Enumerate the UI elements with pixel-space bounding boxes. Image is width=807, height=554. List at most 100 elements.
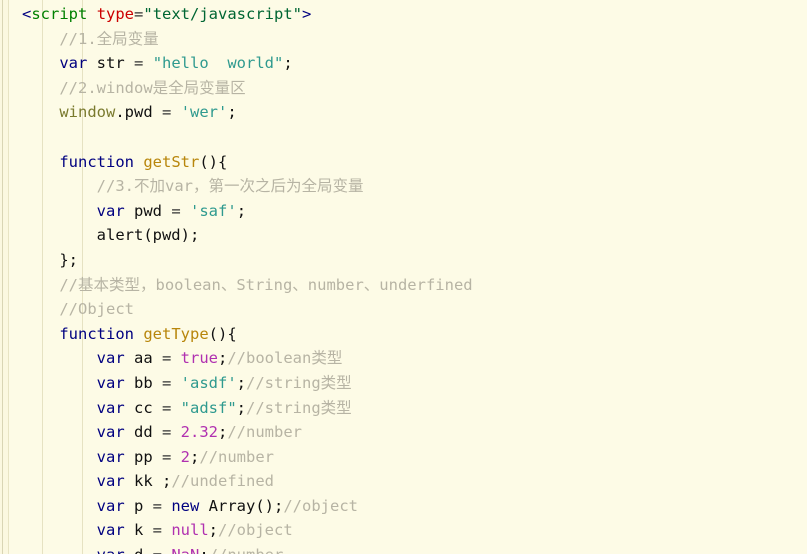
code-token-plain: ; (236, 398, 247, 417)
code-token-kw: var (96, 521, 125, 540)
code-token-op: = (134, 54, 144, 73)
code-line[interactable]: var p = new Array();//object (0, 494, 807, 519)
code-token-str: 'wer' (180, 103, 228, 122)
code-token-op: = (162, 103, 172, 122)
code-token-punct: < (22, 5, 32, 23)
code-line[interactable]: var kk ;//undefined (0, 469, 807, 494)
code-token-cmt: //string类型 (246, 373, 352, 392)
code-token-op: = (161, 398, 172, 417)
code-token-cmt: //undefined (171, 472, 274, 491)
code-token-plain: pwd (124, 201, 172, 220)
code-token-kw: var (96, 447, 125, 466)
code-token-str: 'asdf' (180, 373, 237, 392)
code-line[interactable]: //1.全局变量 (0, 27, 807, 52)
code-token-kw: var (96, 349, 125, 368)
code-token-plain: k (124, 521, 153, 540)
code-line[interactable]: //基本类型，boolean、String、number、underfined (0, 273, 807, 298)
code-token-kw: function (59, 152, 134, 171)
code-line[interactable]: var cc = "adsf";//string类型 (0, 396, 807, 421)
code-line[interactable]: var dd = 2.32;//number (0, 420, 807, 445)
code-token-glob: window (59, 103, 116, 122)
code-token-plain: .pwd (115, 103, 162, 122)
code-content[interactable]: <script type="text/javascript"> //1.全局变量… (0, 0, 807, 554)
code-token-kw: var (96, 373, 125, 392)
code-token-cmt: //1.全局变量 (59, 29, 159, 48)
code-token-fname: getStr (143, 152, 200, 171)
code-token-str: 'saf' (190, 201, 237, 220)
code-token-kw: var (96, 201, 125, 220)
code-token-cmt: //object (283, 496, 358, 515)
code-line[interactable]: <script type="text/javascript"> (0, 2, 807, 27)
code-token-op: = (161, 423, 172, 442)
code-token-plain: cc (124, 398, 162, 417)
code-token-cmt: //number (199, 447, 275, 466)
code-line[interactable]: var pwd = 'saf'; (0, 199, 807, 224)
code-line[interactable]: var d = NaN;//number (0, 543, 807, 554)
code-token-punct: > (302, 5, 312, 23)
code-line[interactable]: }; (0, 248, 807, 273)
code-line[interactable]: var bb = 'asdf';//string类型 (0, 371, 807, 396)
code-token-kw: function (59, 324, 134, 343)
code-line[interactable]: //3.不加var，第一次之后为全局变量 (0, 174, 807, 199)
code-token-op: = (153, 546, 162, 554)
code-token-plain: }; (59, 250, 78, 269)
code-token-plain: ; (236, 373, 247, 392)
code-token-attr: type (96, 5, 135, 23)
code-token-kw: var (96, 496, 125, 515)
code-line[interactable]: var aa = true;//boolean类型 (0, 346, 807, 371)
code-line[interactable]: function getStr(){ (0, 150, 807, 175)
code-token-cmt: //number (227, 423, 302, 442)
code-line[interactable]: var k = null;//object (0, 518, 807, 543)
code-token-plain: pp (124, 447, 162, 466)
code-token-attrval: "text/javascript" (143, 5, 302, 23)
code-line[interactable]: //Object (0, 297, 807, 322)
code-editor[interactable]: <script type="text/javascript"> //1.全局变量… (0, 0, 807, 554)
code-token-plain: ; (208, 521, 219, 540)
code-line[interactable]: var str = "hello world"; (0, 51, 807, 76)
code-token-str: "hello world" (152, 54, 284, 73)
code-token-kw: new (171, 496, 200, 515)
code-token-kw: var (59, 54, 88, 73)
code-token-plain: kk ; (124, 472, 172, 491)
code-token-plain: aa (124, 349, 162, 368)
code-token-op: = (161, 373, 172, 392)
code-token-plain: ; (190, 447, 200, 466)
code-token-num: NaN (171, 546, 199, 554)
code-line[interactable]: function getType(){ (0, 322, 807, 347)
code-token-cmt: //string类型 (246, 398, 352, 417)
code-token-plain: ; (227, 103, 237, 122)
code-line[interactable]: window.pwd = 'wer'; (0, 100, 807, 125)
code-token-plain: Array(); (199, 496, 284, 515)
code-token-fname: getType (143, 324, 209, 343)
code-token-plain: ; (283, 54, 293, 73)
code-token-cmt: //2.window是全局变量区 (59, 78, 246, 97)
code-token-num: null (171, 521, 209, 540)
code-token-plain: d (125, 546, 153, 554)
code-token-plain: str (87, 54, 134, 73)
code-line[interactable]: //2.window是全局变量区 (0, 76, 807, 101)
code-token-op: = (134, 5, 144, 23)
code-token-cmt: //object (218, 521, 293, 540)
code-line[interactable]: alert(pwd); (0, 223, 807, 248)
code-line[interactable] (0, 125, 807, 150)
code-line[interactable]: var pp = 2;//number (0, 445, 807, 470)
code-token-plain: ; (199, 546, 208, 554)
